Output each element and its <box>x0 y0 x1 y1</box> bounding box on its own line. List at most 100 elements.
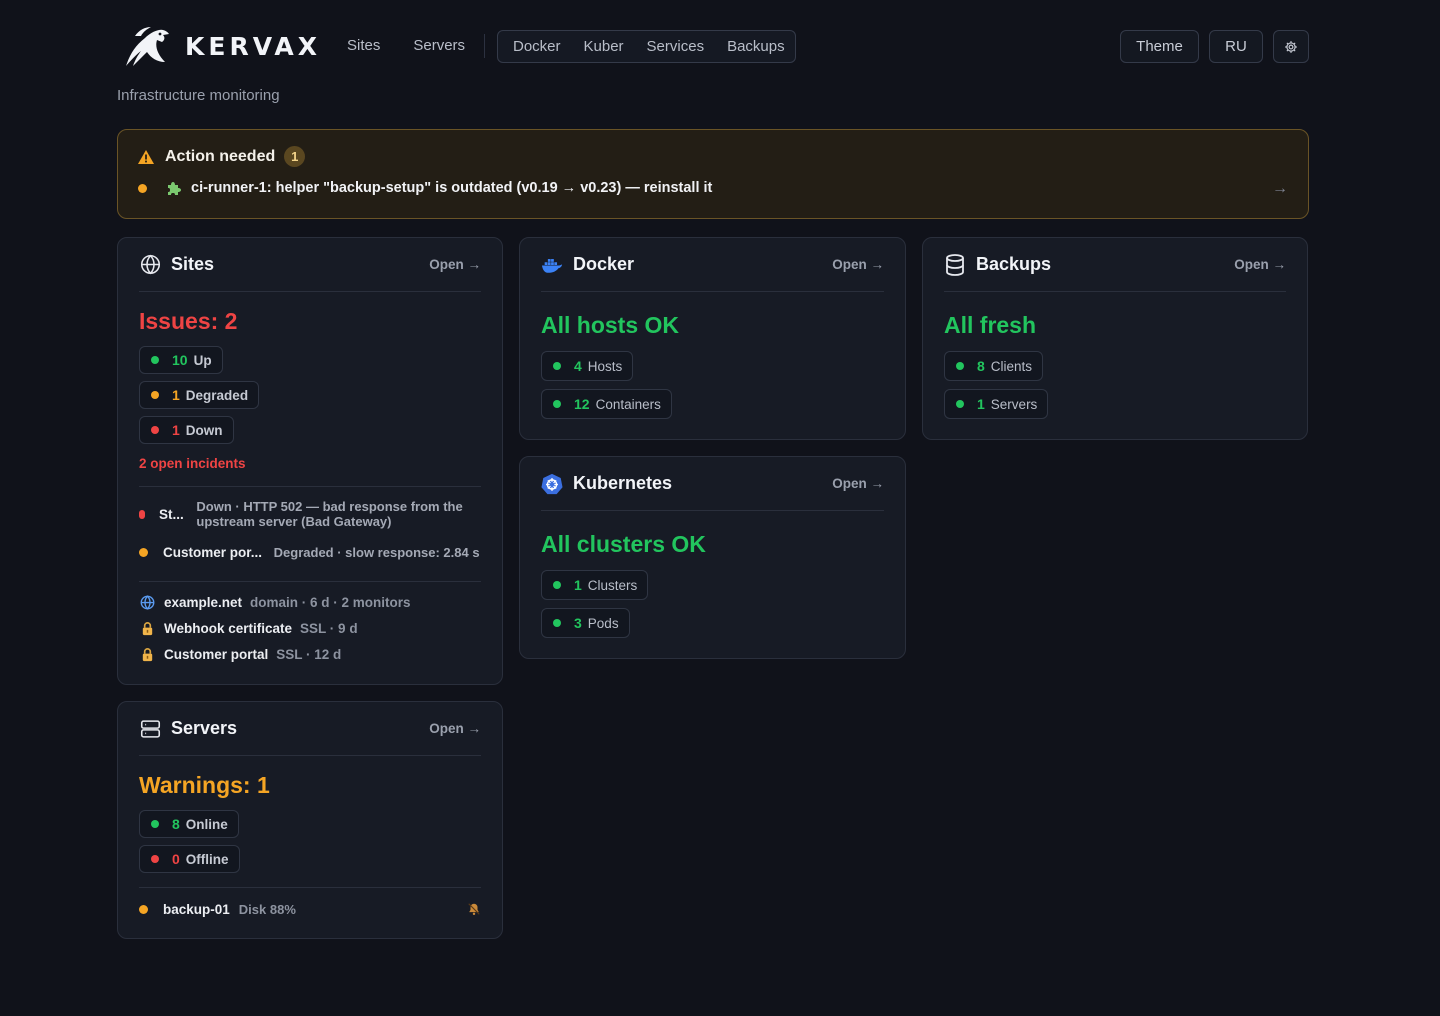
status-dot <box>151 426 159 434</box>
docker-whale-icon <box>541 254 563 276</box>
docker-card-header: Docker Open → <box>541 238 884 292</box>
kubernetes-pill-clusters[interactable]: 1 Clusters <box>541 570 649 600</box>
lock-icon <box>142 622 153 636</box>
server-warning-row[interactable]: backup-01 Disk 88% <box>139 900 481 918</box>
domain-name: example.net <box>164 595 243 610</box>
divider <box>139 486 481 487</box>
kubernetes-status: All clusters OK <box>541 531 706 557</box>
certificate-row[interactable]: Customer portal SSL · 12 d <box>140 647 341 662</box>
sites-pill-degraded[interactable]: 1 Degraded <box>139 381 260 409</box>
pill-count: 1 <box>172 387 180 403</box>
incident-status-dot <box>139 509 145 519</box>
certificate-row[interactable]: Webhook certificate SSL · 9 d <box>140 621 358 636</box>
certificate-name: Webhook certificate <box>164 621 293 636</box>
incident-row[interactable]: St... Down · HTTP 502 — bad response fro… <box>139 497 481 531</box>
sites-pill-down[interactable]: 1 Down <box>139 416 234 444</box>
nav-docker[interactable]: Docker <box>504 36 565 57</box>
backups-card-header: Backups Open → <box>944 238 1286 292</box>
alert-header: Action needed 1 <box>137 146 306 167</box>
alert-item[interactable]: ci-runner-1: helper "backup-setup" is ou… <box>138 180 712 196</box>
incident-row[interactable]: Customer por... Degraded · slow response… <box>139 535 481 569</box>
sites-card: Sites Open → Issues: 2 10 Up 1 Degraded … <box>117 237 503 685</box>
docker-status: All hosts OK <box>541 312 680 338</box>
nav-servers[interactable]: Servers <box>405 35 473 56</box>
nav-sites[interactable]: Sites <box>339 35 388 56</box>
certificate-meta: SSL · 9 d <box>300 621 358 636</box>
docker-open-link[interactable]: Open → <box>832 257 884 272</box>
pill-label: Clients <box>990 358 1033 374</box>
pill-label: Clusters <box>587 577 638 593</box>
backups-pill-servers[interactable]: 1 Servers <box>944 389 1049 419</box>
sites-pill-up[interactable]: 10 Up <box>139 346 223 374</box>
incident-name: St... <box>159 506 184 522</box>
domain-meta: domain · 6 d · 2 monitors <box>250 595 411 610</box>
server-metric: Disk 88% <box>238 901 296 917</box>
open-incidents-label: 2 open incidents <box>139 456 246 471</box>
docker-card: Docker Open → All hosts OK 4 Hosts 12 Co… <box>519 237 906 440</box>
incident-description: Degraded · slow response: 2.84 s <box>273 544 480 560</box>
servers-card: Servers Open → Warnings: 1 8 Online 0 Of… <box>117 701 503 939</box>
pill-label: Containers <box>595 396 661 412</box>
domain-row[interactable]: example.net domain · 6 d · 2 monitors <box>140 595 411 610</box>
docker-pill-hosts[interactable]: 4 Hosts <box>541 351 634 381</box>
status-dot <box>151 356 159 364</box>
servers-pill-online[interactable]: 8 Online <box>139 810 239 838</box>
alert-open-arrow[interactable]: → <box>1272 180 1288 198</box>
status-dot <box>956 400 964 408</box>
settings-button[interactable] <box>1273 30 1309 63</box>
status-dot <box>553 619 561 627</box>
kubernetes-card-header: Kubernetes Open → <box>541 457 884 511</box>
eagle-logo-icon <box>126 27 169 67</box>
nav-backups[interactable]: Backups <box>718 36 789 57</box>
alert-message: ci-runner-1: helper "backup-setup" is ou… <box>191 180 713 196</box>
page-subtitle: Infrastructure monitoring <box>117 87 280 104</box>
servers-open-link[interactable]: Open → <box>429 721 481 736</box>
pill-count: 10 <box>172 352 188 368</box>
kubernetes-wheel-icon <box>541 473 563 495</box>
docker-card-title: Docker <box>573 254 635 274</box>
status-dot <box>553 581 561 589</box>
incident-status-dot <box>139 547 148 557</box>
pill-label: Pods <box>587 615 619 631</box>
kubernetes-open-link[interactable]: Open → <box>832 476 884 491</box>
nav-services[interactable]: Services <box>638 36 709 57</box>
backups-open-link[interactable]: Open → <box>1234 257 1286 272</box>
warning-icon <box>138 149 154 164</box>
sites-open-link[interactable]: Open → <box>429 257 481 272</box>
sites-status: Issues: 2 <box>139 308 238 334</box>
action-needed-banner: Action needed 1 ci-runner-1: helper "bac… <box>117 129 1309 219</box>
status-dot <box>151 820 159 828</box>
nav-kuber[interactable]: Kuber <box>575 36 628 57</box>
certificate-meta: SSL · 12 d <box>276 647 342 662</box>
status-dot <box>151 391 159 399</box>
kubernetes-card: Kubernetes Open → All clusters OK 1 Clus… <box>519 456 906 659</box>
backups-card: Backups Open → All fresh 8 Clients 1 Ser… <box>922 237 1308 440</box>
divider <box>139 887 481 888</box>
pill-count: 0 <box>172 851 180 867</box>
kubernetes-card-title: Kubernetes <box>573 473 673 493</box>
globe-icon <box>139 254 161 276</box>
bell-muted-icon[interactable] <box>467 902 481 916</box>
pill-label: Offline <box>185 851 229 867</box>
pill-count: 4 <box>574 358 582 374</box>
secondary-nav: Docker Kuber Services Backups <box>497 30 796 63</box>
brand-logo[interactable]: KERVAX <box>121 24 321 68</box>
lock-icon <box>142 648 153 662</box>
alert-count-badge: 1 <box>284 146 306 167</box>
theme-button[interactable]: Theme <box>1120 30 1199 63</box>
incident-description: Down · HTTP 502 — bad response from the … <box>196 499 463 529</box>
pill-label: Hosts <box>587 358 623 374</box>
backups-pill-clients[interactable]: 8 Clients <box>944 351 1044 381</box>
servers-card-title: Servers <box>171 718 238 738</box>
pill-count: 1 <box>574 577 582 593</box>
servers-pill-offline[interactable]: 0 Offline <box>139 845 240 873</box>
pill-label: Down <box>185 422 223 438</box>
servers-card-header: Servers Open → <box>139 702 481 756</box>
brand-name: KERVAX <box>185 31 321 61</box>
pill-count: 1 <box>977 396 985 412</box>
docker-pill-containers[interactable]: 12 Containers <box>541 389 672 419</box>
status-dot <box>553 362 561 370</box>
language-button[interactable]: RU <box>1209 30 1263 63</box>
alert-status-dot <box>138 183 147 193</box>
kubernetes-pill-pods[interactable]: 3 Pods <box>541 608 630 638</box>
